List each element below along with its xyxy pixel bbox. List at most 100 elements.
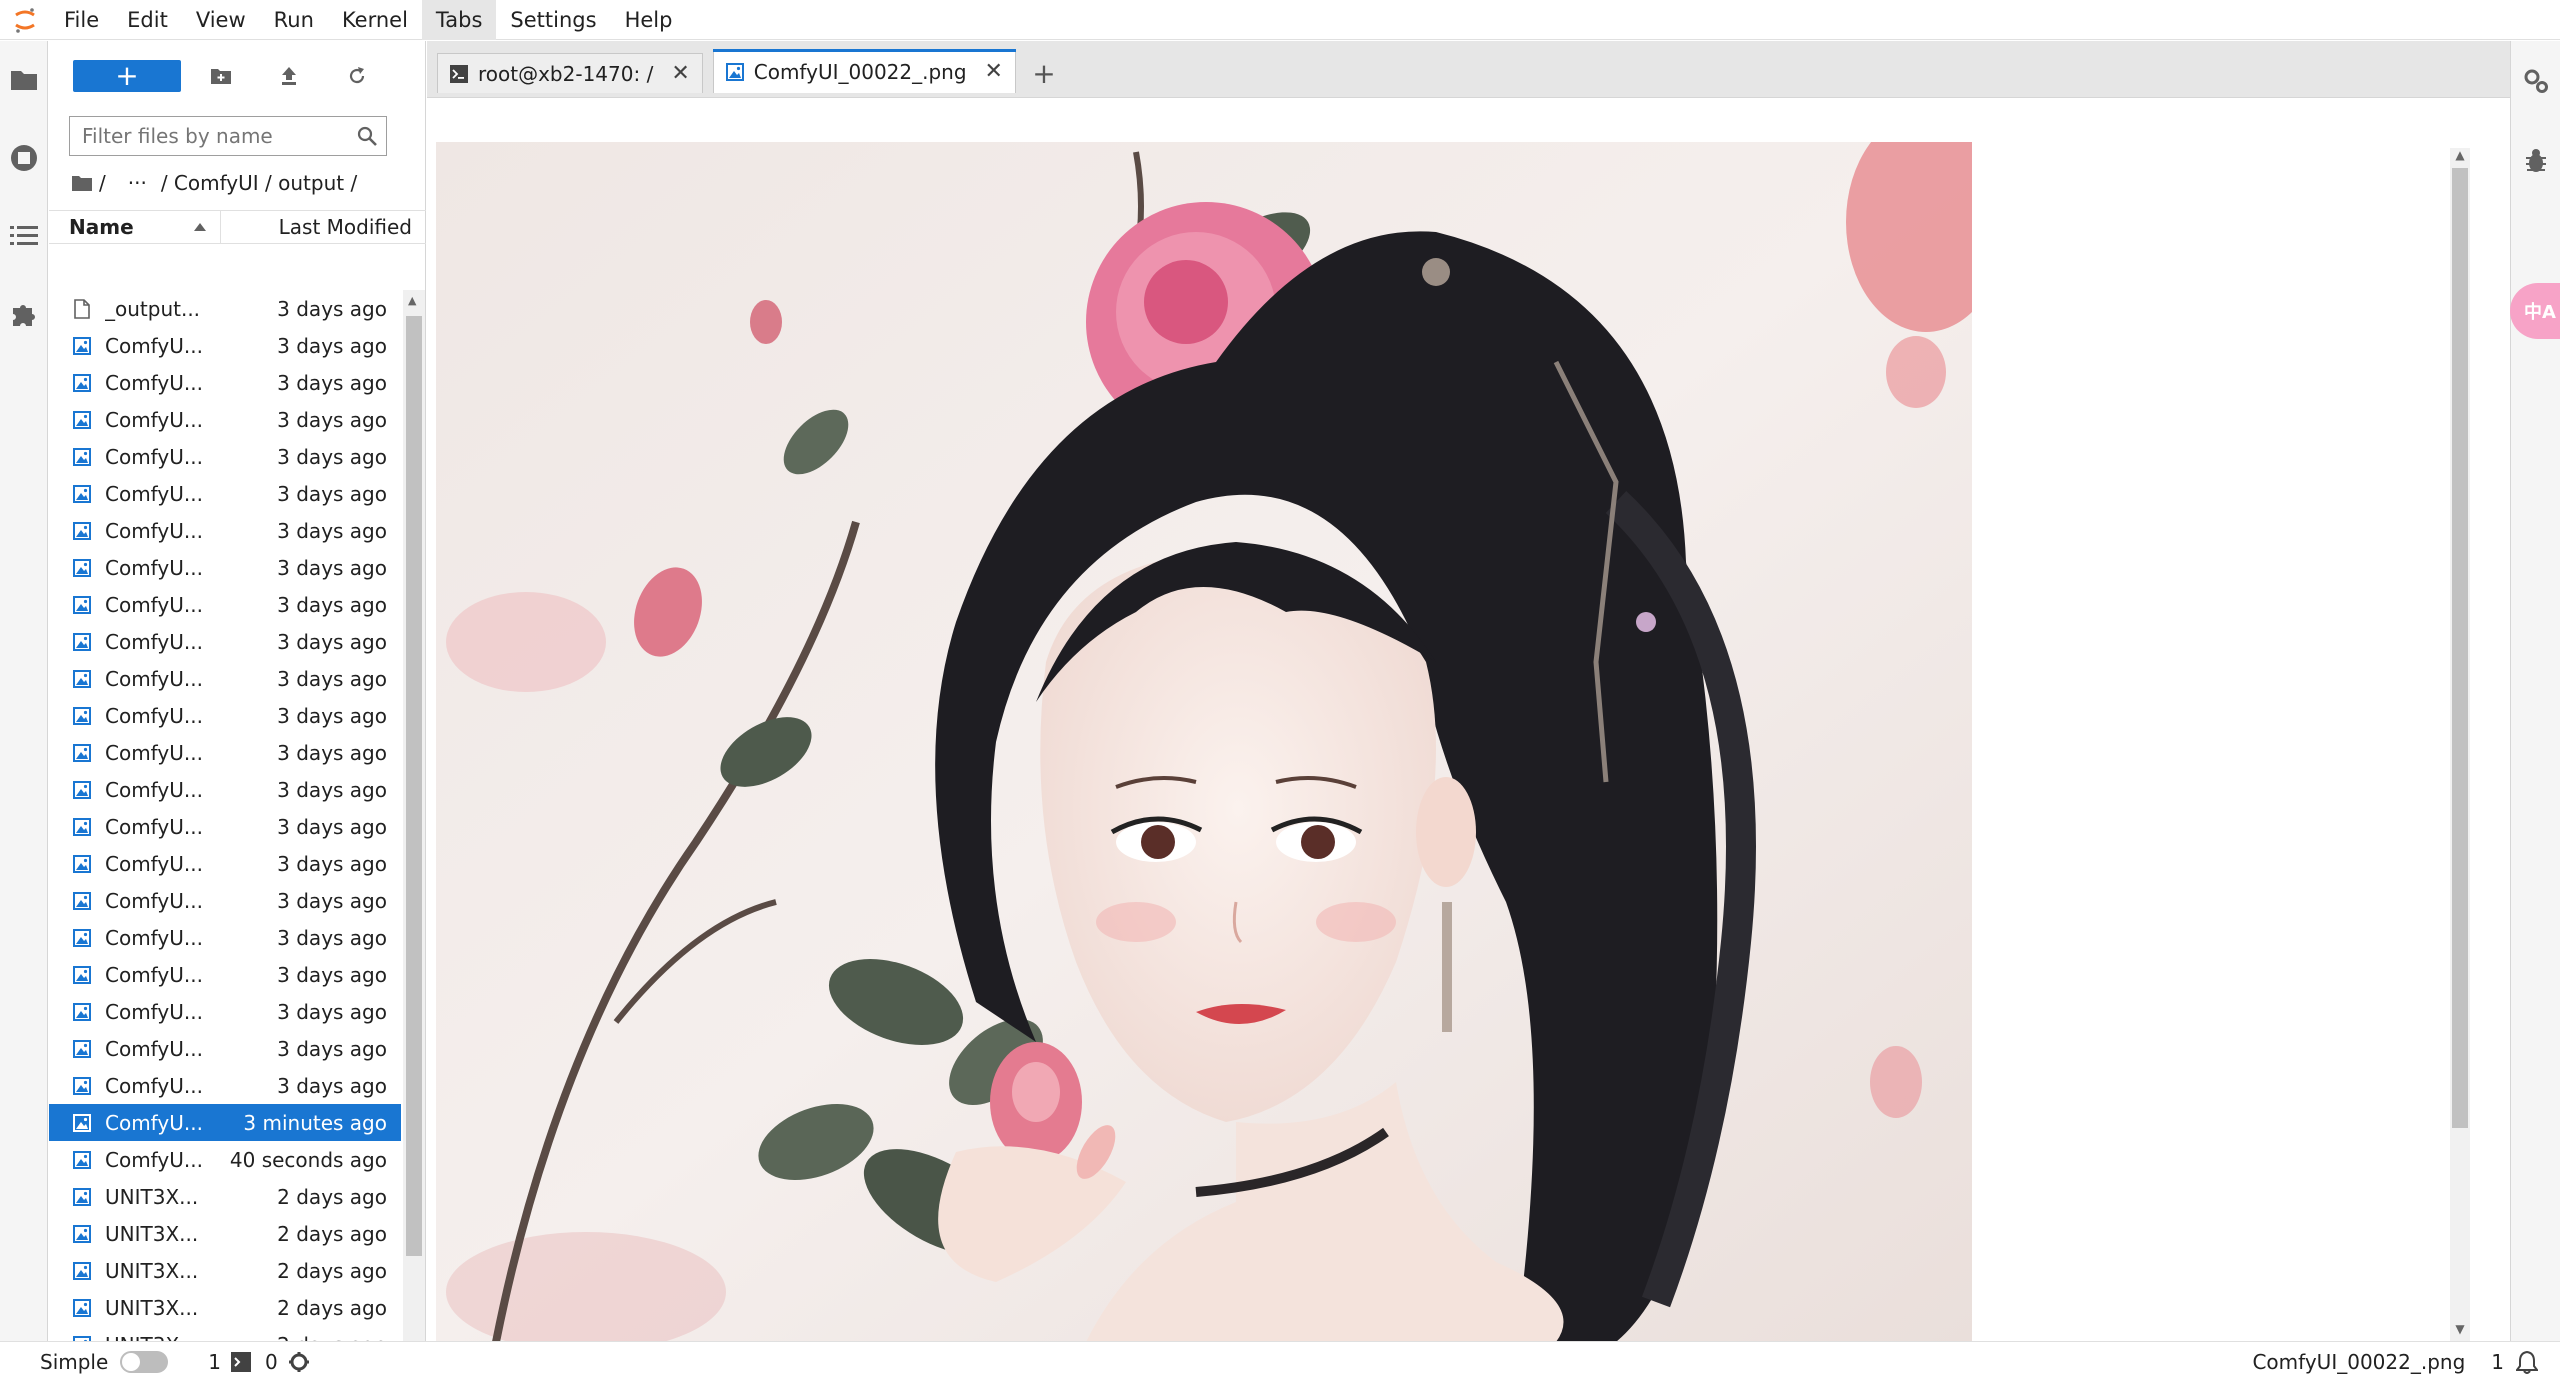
menu-help[interactable]: Help — [611, 0, 687, 40]
file-list-item[interactable]: UNIT3X... 2 days ago — [49, 1252, 401, 1289]
new-launcher-button[interactable]: + — [73, 60, 181, 92]
add-tab-button[interactable]: + — [1024, 53, 1064, 93]
file-name: ComfyU... — [105, 962, 203, 987]
file-list-header: Name Last Modified — [49, 210, 426, 244]
file-list-item[interactable]: ComfyU... 3 days ago — [49, 882, 401, 919]
image-viewer: ▲ ▼ — [427, 97, 2510, 1342]
close-tab-image-icon[interactable]: ✕ — [985, 59, 1003, 84]
home-folder-icon[interactable] — [71, 174, 93, 192]
file-list-item[interactable]: ComfyU... 3 days ago — [49, 956, 401, 993]
file-list-item[interactable]: ComfyU... 3 days ago — [49, 623, 401, 660]
image-file-icon — [71, 890, 93, 912]
image-file-icon — [71, 1186, 93, 1208]
file-list-item[interactable]: ComfyU... 40 seconds ago — [49, 1141, 401, 1178]
breadcrumb-ellipsis[interactable]: ··· — [128, 171, 147, 195]
file-list-item[interactable]: ComfyU... 3 days ago — [49, 475, 401, 512]
kernels-indicator[interactable]: 0 — [265, 1350, 310, 1374]
bell-icon[interactable] — [2516, 1350, 2538, 1374]
new-folder-button[interactable] — [193, 60, 249, 92]
file-name: ComfyU... — [105, 481, 203, 506]
sort-by-modified-header[interactable]: Last Modified — [221, 211, 426, 243]
file-list-item[interactable]: ComfyU... 3 days ago — [49, 845, 401, 882]
file-list-item[interactable]: ComfyU... 3 days ago — [49, 327, 401, 364]
running-sessions-tab[interactable] — [0, 119, 48, 197]
file-list-item[interactable]: ComfyU... 3 minutes ago — [49, 1104, 401, 1141]
file-list-item[interactable]: ComfyU... 3 days ago — [49, 660, 401, 697]
viewer-scrollbar[interactable]: ▲ ▼ — [2450, 148, 2470, 1342]
file-list-item[interactable]: UNIT3X... 2 days ago — [49, 1215, 401, 1252]
new-folder-icon — [211, 69, 231, 84]
extension-manager-tab[interactable] — [0, 275, 48, 353]
menu-bar: File Edit View Run Kernel Tabs Settings … — [0, 0, 2560, 40]
terminals-indicator[interactable]: 1 — [208, 1350, 252, 1374]
file-modified: 3 days ago — [277, 296, 387, 321]
image-file-icon — [71, 372, 93, 394]
file-modified: 3 days ago — [277, 555, 387, 580]
file-list-item[interactable]: ComfyU... 3 days ago — [49, 808, 401, 845]
file-list-item[interactable]: UNIT3X... 2 days ago — [49, 1289, 401, 1326]
image-file-icon — [71, 1075, 93, 1097]
right-activity-bar — [2510, 41, 2560, 1341]
debugger-tab[interactable] — [2511, 121, 2560, 201]
menu-kernel[interactable]: Kernel — [328, 0, 422, 40]
file-list-item[interactable]: ComfyU... 3 days ago — [49, 993, 401, 1030]
file-name: ComfyU... — [105, 814, 203, 839]
file-list-item[interactable]: _output... 3 days ago — [49, 290, 401, 327]
menu-file[interactable]: File — [50, 0, 113, 40]
file-modified: 3 days ago — [277, 592, 387, 617]
file-list-item[interactable]: ComfyU... 3 days ago — [49, 438, 401, 475]
file-list-item[interactable]: ComfyU... 3 days ago — [49, 697, 401, 734]
file-list-scrollbar[interactable]: ▲ ▼ — [403, 290, 425, 1382]
file-name: ComfyU... — [105, 1147, 203, 1172]
image-file-icon — [71, 853, 93, 875]
close-tab-terminal-icon[interactable]: ✕ — [671, 61, 689, 86]
breadcrumb-path[interactable]: / ComfyUI / output / — [161, 171, 357, 195]
translate-extension-button[interactable]: 中A — [2510, 283, 2560, 339]
translate-icon: 中A — [2524, 302, 2556, 323]
file-modified: 3 days ago — [277, 740, 387, 765]
tab-terminal[interactable]: root@xb2-1470: / ✕ — [437, 53, 703, 93]
file-list-item[interactable]: ComfyU... 3 days ago — [49, 771, 401, 808]
image-file-icon — [71, 705, 93, 727]
filter-files-input[interactable] — [82, 124, 352, 148]
file-name: UNIT3X... — [105, 1221, 199, 1246]
file-list-item[interactable]: ComfyU... 3 days ago — [49, 1067, 401, 1104]
viewer-scroll-up-icon[interactable]: ▲ — [2450, 148, 2470, 168]
file-modified: 2 days ago — [277, 1295, 387, 1320]
menu-run[interactable]: Run — [260, 0, 328, 40]
menu-view[interactable]: View — [182, 0, 260, 40]
breadcrumb-root[interactable]: / — [99, 171, 106, 195]
file-list-item[interactable]: ComfyU... 3 days ago — [49, 586, 401, 623]
file-list-item[interactable]: ComfyU... 3 days ago — [49, 512, 401, 549]
file-list-item[interactable]: ComfyU... 3 days ago — [49, 549, 401, 586]
viewer-scroll-thumb[interactable] — [2452, 168, 2468, 1128]
file-list-item[interactable]: ComfyU... 3 days ago — [49, 364, 401, 401]
upload-button[interactable] — [261, 60, 317, 92]
file-list-item[interactable]: ComfyU... 3 days ago — [49, 401, 401, 438]
file-name: ComfyU... — [105, 777, 203, 802]
refresh-button[interactable] — [329, 60, 385, 92]
simple-mode-toggle[interactable] — [120, 1351, 169, 1373]
property-inspector-tab[interactable] — [2511, 41, 2560, 121]
scroll-up-arrow-icon[interactable]: ▲ — [408, 294, 416, 307]
simple-mode-label: Simple — [40, 1350, 109, 1374]
menu-edit[interactable]: Edit — [113, 0, 182, 40]
file-browser-tab[interactable] — [0, 41, 48, 119]
sort-by-name-header[interactable]: Name — [49, 211, 221, 243]
file-name: ComfyU... — [105, 555, 203, 580]
file-list-scroll-thumb[interactable] — [406, 316, 422, 1256]
file-list-item[interactable]: UNIT3X... 2 days ago — [49, 1178, 401, 1215]
search-icon — [357, 126, 377, 146]
name-column-label: Name — [69, 215, 134, 239]
notifications-count: 1 — [2491, 1350, 2504, 1374]
image-file-icon — [71, 1149, 93, 1171]
menu-settings[interactable]: Settings — [496, 0, 610, 40]
file-list-item[interactable]: ComfyU... 3 days ago — [49, 734, 401, 771]
file-list-item[interactable]: ComfyU... 3 days ago — [49, 1030, 401, 1067]
file-list-item[interactable]: ComfyU... 3 days ago — [49, 919, 401, 956]
viewer-scroll-down-icon[interactable]: ▼ — [2450, 1322, 2470, 1342]
file-name: UNIT3X... — [105, 1258, 199, 1283]
tab-image[interactable]: ComfyUI_00022_.png ✕ — [712, 49, 1017, 93]
table-of-contents-tab[interactable] — [0, 197, 48, 275]
menu-tabs[interactable]: Tabs — [421, 0, 497, 40]
